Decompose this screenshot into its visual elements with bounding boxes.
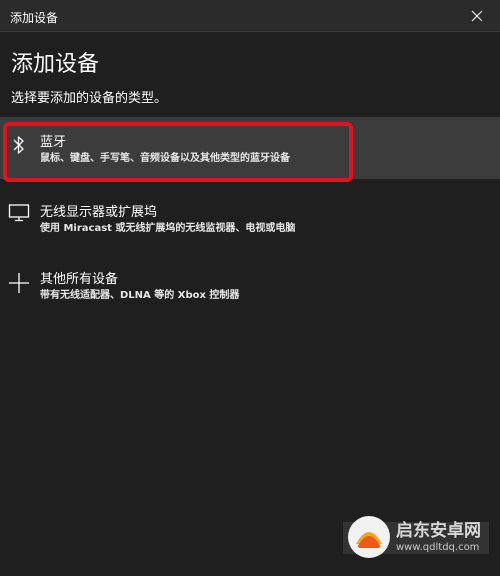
option-name: 无线显示器或扩展坞 <box>40 205 158 220</box>
bluetooth-icon <box>8 134 30 156</box>
monitor-icon <box>8 202 30 224</box>
page-subtitle: 选择要添加的设备的类型。 <box>11 91 168 106</box>
option-name: 其他所有设备 <box>40 272 119 287</box>
close-button[interactable] <box>454 0 500 31</box>
plus-icon <box>8 272 30 294</box>
title-bar: 添加设备 <box>0 0 500 32</box>
option-other-devices[interactable]: 其他所有设备 带有无线适配器、DLNA 等的 Xbox 控制器 <box>0 262 500 316</box>
close-icon <box>471 10 483 21</box>
option-wireless-display[interactable]: 无线显示器或扩展坞 使用 Miracast 或无线扩展坞的无线监视器、电视或电脑 <box>0 192 500 246</box>
option-name: 蓝牙 <box>40 135 67 150</box>
option-description: 使用 Miracast 或无线扩展坞的无线监视器、电视或电脑 <box>40 223 296 234</box>
cancel-button[interactable] <box>343 522 489 554</box>
option-description: 鼠标、键盘、手写笔、音频设备以及其他类型的蓝牙设备 <box>40 153 290 164</box>
option-bluetooth[interactable]: 蓝牙 鼠标、键盘、手写笔、音频设备以及其他类型的蓝牙设备 <box>0 117 500 179</box>
window-title: 添加设备 <box>10 11 59 25</box>
option-description: 带有无线适配器、DLNA 等的 Xbox 控制器 <box>40 290 240 301</box>
page-title: 添加设备 <box>11 52 100 77</box>
